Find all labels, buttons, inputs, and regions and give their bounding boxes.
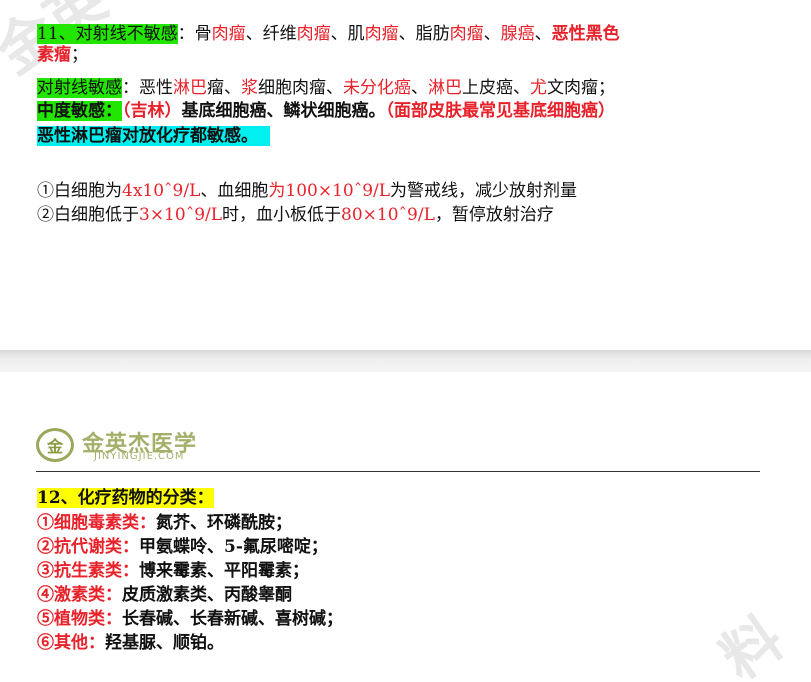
wbc-stop-line: ②白细胞低于3×10ˆ9/L时，血小板低于80×10ˆ9/L，暂停放射治疗 bbox=[37, 205, 554, 225]
watermark: 料 bbox=[708, 603, 796, 682]
chemo-category: ①细胞毒素类： bbox=[37, 513, 156, 533]
document-page-1: 金英 11、对射线不敏感：骨肉瘤、纤维肉瘤、肌肉瘤、脂肪肉瘤、腺癌、恶性黑色 素… bbox=[0, 0, 811, 350]
chemo-item: ④激素类：皮质激素类、丙酸睾酮 bbox=[37, 585, 292, 606]
chemo-item: ⑤植物类：长春碱、长春新碱、喜树碱； bbox=[37, 609, 343, 630]
chemo-drugs: 皮质激素类、丙酸睾酮 bbox=[122, 585, 292, 605]
chemo-item: ⑥其他：羟基脲、顺铂。 bbox=[37, 633, 224, 654]
chemo-category: ⑥其他： bbox=[37, 633, 105, 653]
lymphoma-note: 恶性淋巴瘤对放化疗都敏感。 bbox=[37, 126, 258, 146]
radio-insensitive-line-cont: 素瘤； bbox=[37, 45, 88, 65]
chemo-drugs: 羟基脲、顺铂。 bbox=[105, 633, 224, 653]
document-page-2: 金 金英杰医学 JINYINGJIE.COM 12、化疗药物的分类： ①细胞毒素… bbox=[0, 372, 811, 682]
logo-mark-icon: 金 bbox=[36, 428, 74, 462]
chemo-drugs: 博来霉素、平阳霉素； bbox=[139, 561, 309, 581]
radio-insensitive-label: 11、对射线不敏感 bbox=[37, 24, 178, 44]
page-separator bbox=[0, 350, 811, 372]
chemo-heading: 12、化疗药物的分类： bbox=[37, 488, 214, 508]
chemo-category: ④激素类： bbox=[37, 585, 122, 605]
chemo-item: ③抗生素类：博来霉素、平阳霉素； bbox=[37, 561, 309, 582]
chemo-category: ③抗生素类： bbox=[37, 561, 139, 581]
wbc-warning-line: ①白细胞为4x10ˆ9/L、血细胞为100×10ˆ9/L为警戒线，减少放射剂量 bbox=[37, 181, 578, 201]
chemo-heading-line: 12、化疗药物的分类： bbox=[37, 488, 214, 509]
chemo-category: ②抗代谢类： bbox=[37, 537, 139, 557]
jinyingjie-logo: 金 金英杰医学 JINYINGJIE.COM bbox=[36, 426, 236, 466]
radio-insensitive-line: 11、对射线不敏感：骨肉瘤、纤维肉瘤、肌肉瘤、脂肪肉瘤、腺癌、恶性黑色 bbox=[37, 24, 620, 44]
radio-sensitive-line: 对射线敏感：恶性淋巴瘤、浆细胞肉瘤、未分化癌、淋巴上皮癌、尤文肉瘤； bbox=[37, 78, 615, 98]
chemo-item: ②抗代谢类：甲氨蝶呤、5-氟尿嘧啶； bbox=[37, 537, 328, 558]
header-rule bbox=[36, 471, 760, 472]
moderate-sensitive-line: 中度敏感：（吉林）基底细胞癌、鳞状细胞癌。（面部皮肤最常见基底细胞癌） bbox=[37, 101, 615, 121]
chemo-item: ①细胞毒素类：氮芥、环磷酰胺； bbox=[37, 513, 292, 534]
lymphoma-note-line: 恶性淋巴瘤对放化疗都敏感。 bbox=[37, 126, 270, 147]
radio-sensitive-label: 对射线敏感 bbox=[37, 78, 122, 98]
logo-text-en: JINYINGJIE.COM bbox=[94, 451, 185, 462]
moderate-sensitive-label: 中度敏感： bbox=[37, 101, 122, 121]
chemo-category: ⑤植物类： bbox=[37, 609, 122, 629]
chemo-drugs: 甲氨蝶呤、5-氟尿嘧啶； bbox=[139, 537, 328, 557]
chemo-drugs: 氮芥、环磷酰胺； bbox=[156, 513, 292, 533]
chemo-drugs: 长春碱、长春新碱、喜树碱； bbox=[122, 609, 343, 629]
